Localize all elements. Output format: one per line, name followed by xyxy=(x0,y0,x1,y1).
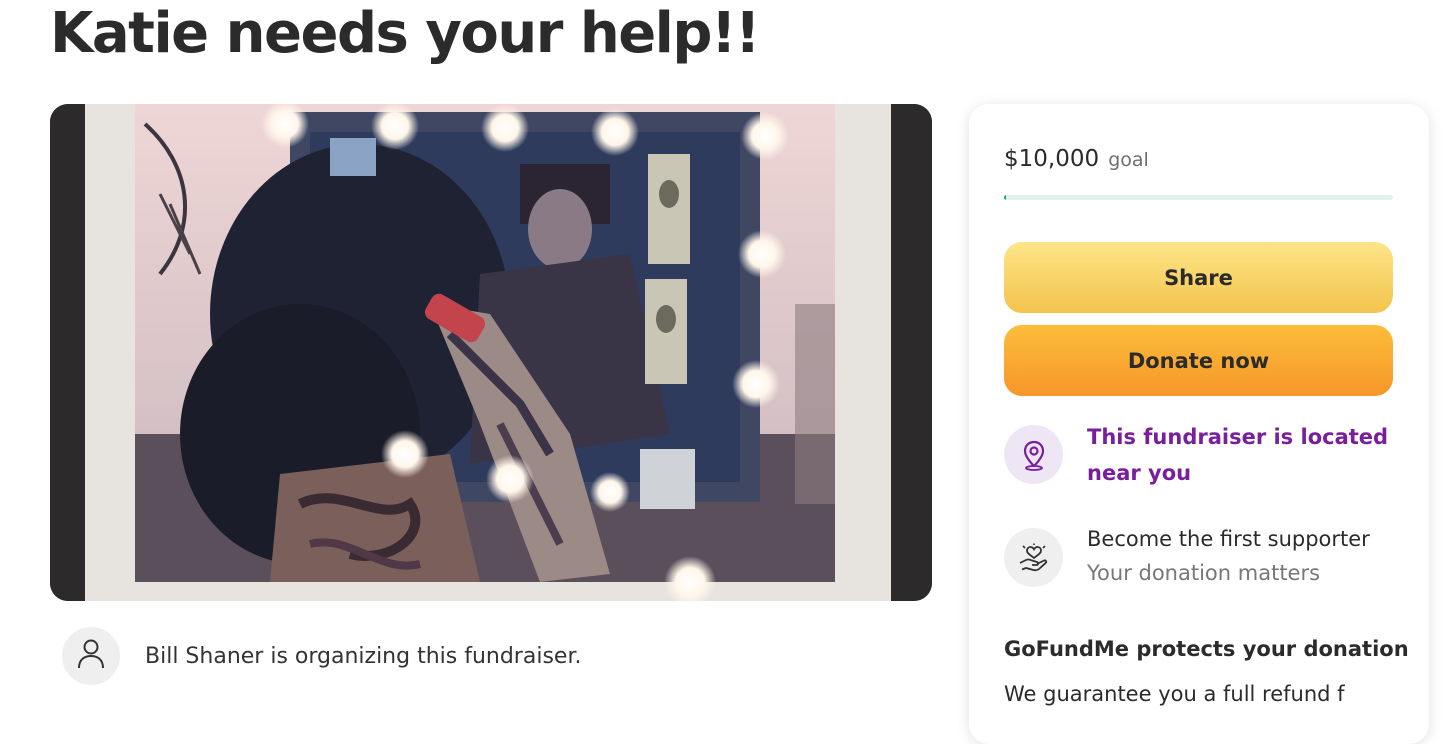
fundraiser-photo[interactable] xyxy=(50,104,932,601)
supporter-title: Become the first supporter xyxy=(1087,527,1370,551)
donate-now-button[interactable]: Donate now xyxy=(1004,325,1393,396)
supporter-subtitle: Your donation matters xyxy=(1087,561,1321,585)
organizer-row: Bill Shaner is organizing this fundraise… xyxy=(62,627,581,685)
location-info: This fundraiser is located near you xyxy=(1004,425,1397,491)
share-button[interactable]: Share xyxy=(1004,242,1393,313)
map-pin-icon xyxy=(1004,425,1063,484)
person-icon xyxy=(76,638,106,674)
goal-label: goal xyxy=(1108,149,1149,171)
supporter-info: Become the first supporter Your donation… xyxy=(1004,527,1370,590)
supporter-text-block: Become the first supporter Your donation… xyxy=(1087,527,1370,590)
donation-card: $10,000 goal Share Donate now This fundr… xyxy=(969,104,1429,744)
avatar[interactable] xyxy=(62,627,120,685)
page-title: Katie needs your help!! xyxy=(50,1,761,66)
protects-heading: GoFundMe protects your donation xyxy=(1004,637,1409,661)
goal-amount: $10,000 xyxy=(1004,146,1100,172)
organizer-text: Bill Shaner is organizing this fundraise… xyxy=(145,643,582,669)
heart-hand-icon xyxy=(1004,528,1063,587)
goal-summary: $10,000 goal xyxy=(1004,146,1149,172)
protects-body: We guarantee you a full refund f xyxy=(1004,682,1345,706)
location-text[interactable]: This fundraiser is located near you xyxy=(1087,419,1397,491)
progress-fill xyxy=(1004,195,1006,200)
progress-bar xyxy=(1004,195,1393,200)
